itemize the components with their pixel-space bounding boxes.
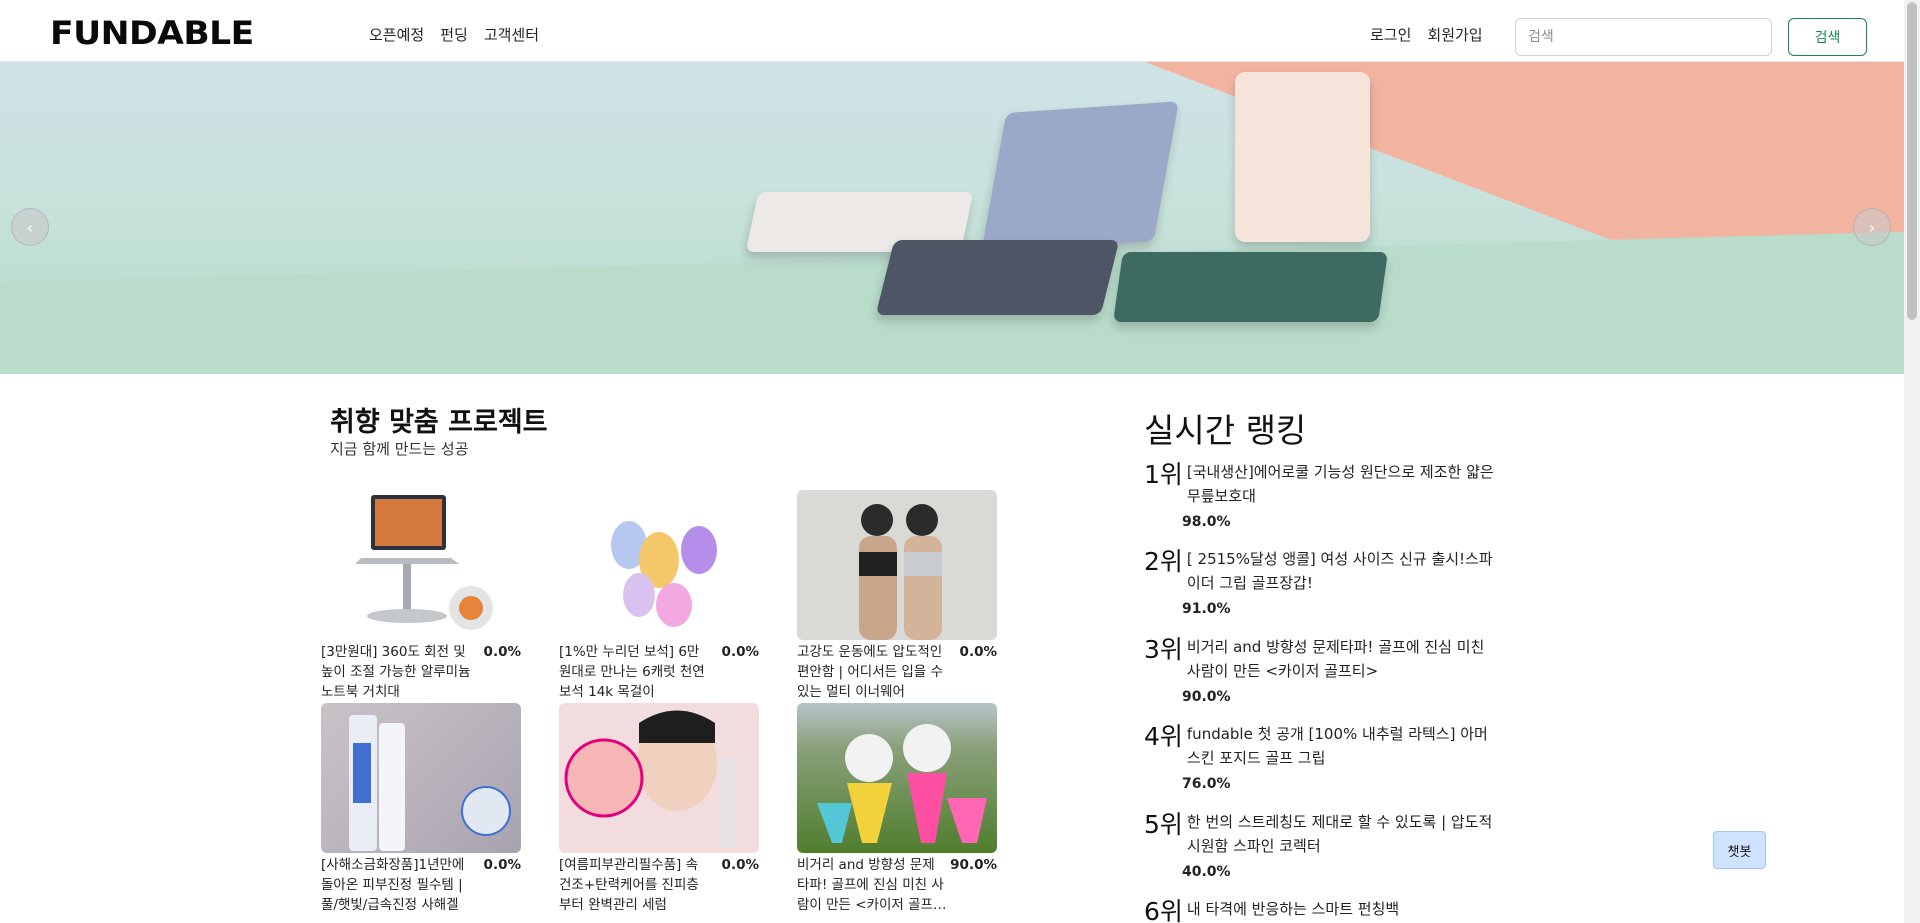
project-card[interactable]: 비거리 and 방향성 문제타파! 골프에 진심 미친 사람이 만든 <카이저 …	[797, 703, 997, 915]
ranking-title: 실시간 랭킹	[1144, 411, 1307, 450]
project-name[interactable]: 고강도 운동에도 압도적인 편안함 | 어디서든 입을 수 있는 멀티 이너웨어	[797, 642, 947, 702]
section-subtitle: 지금 함께 만드는 성공	[330, 440, 469, 458]
project-card[interactable]: [3만원대] 360도 회전 및 높이 조절 가능한 알루미늄 노트북 거치대 …	[321, 490, 521, 702]
ranking-item[interactable]: 3위 비거리 and 방향성 문제타파! 골프에 진심 미친 사람이 만든 <카…	[1144, 635, 1494, 705]
section-title: 취향 맞춤 프로젝트	[330, 407, 548, 438]
ranking-percent: 98.0%	[1182, 514, 1231, 530]
project-thumbnail-deadsea-gel	[321, 703, 521, 853]
ranking-item[interactable]: 5위 한 번의 스트레칭도 제대로 할 수 있도록 | 압도적 시원함 스파인 …	[1144, 810, 1494, 880]
hero-banner: ‹ ›	[0, 62, 1904, 374]
project-thumbnail-laptop-stand	[321, 490, 521, 640]
ranking-percent: 91.0%	[1182, 601, 1231, 617]
project-thumbnail-innerwear	[797, 490, 997, 640]
signup-link[interactable]: 회원가입	[1427, 24, 1482, 45]
top-navbar: FUNDABLE 오픈예정 펀딩 고객센터 로그인 회원가입 검색	[0, 0, 1904, 62]
ranking-item[interactable]: 2위 [ 2515%달성 앵콜] 여성 사이즈 신규 출시!스파이더 그립 골프…	[1144, 547, 1494, 617]
carousel-next-button[interactable]: ›	[1853, 208, 1891, 246]
project-card[interactable]: 고강도 운동에도 압도적인 편안함 | 어디서든 입을 수 있는 멀티 이너웨어…	[797, 490, 997, 702]
login-link[interactable]: 로그인	[1370, 24, 1411, 45]
ranking-percent: 90.0%	[1182, 689, 1231, 705]
ranking-item[interactable]: 4위 fundable 첫 공개 [100% 내추럴 라텍스] 아머스킨 포지드…	[1144, 722, 1494, 792]
ranking-item[interactable]: 6위 내 타격에 반응하는 스마트 펀칭백	[1144, 897, 1494, 923]
project-name[interactable]: [사해소금화장품]1년만에 돌아온 피부진정 필수템 | 풀/햇빛/급속진정 사…	[321, 855, 471, 915]
page-scrollbar[interactable]	[1904, 0, 1920, 923]
ranking-text[interactable]: [국내생산]에어로쿨 기능성 원단으로 제조한 얇은 무릎보호대	[1187, 460, 1494, 508]
ranking-number: 1위	[1144, 460, 1183, 489]
project-percent: 0.0%	[959, 644, 997, 660]
ranking-text[interactable]: 한 번의 스트레칭도 제대로 할 수 있도록 | 압도적 시원함 스파인 코렉터	[1187, 810, 1494, 858]
main-nav: 오픈예정 펀딩 고객센터	[369, 24, 539, 45]
banner-tablet-case-pink	[1235, 72, 1370, 242]
banner-tablet-case-teal	[1113, 252, 1388, 322]
project-card[interactable]: [여름피부관리필수품] 속건조+탄력케어를 진피층부터 완벽관리 세럼 0.0%	[559, 703, 759, 915]
scrollbar-thumb[interactable]	[1907, 2, 1917, 320]
ranking-number: 4위	[1144, 722, 1183, 751]
chevron-right-icon: ›	[1868, 217, 1876, 237]
nav-funding[interactable]: 펀딩	[440, 24, 468, 45]
auth-links: 로그인 회원가입	[1370, 24, 1483, 45]
project-thumbnail-gem-bears	[559, 490, 759, 640]
search-input[interactable]	[1515, 18, 1772, 56]
ranking-text[interactable]: 비거리 and 방향성 문제타파! 골프에 진심 미친 사람이 만든 <카이저 …	[1187, 635, 1494, 683]
project-percent: 0.0%	[721, 644, 759, 660]
project-percent: 0.0%	[721, 857, 759, 873]
project-percent: 0.0%	[483, 857, 521, 873]
ranking-number: 2위	[1144, 547, 1183, 576]
project-card[interactable]: [사해소금화장품]1년만에 돌아온 피부진정 필수템 | 풀/햇빛/급속진정 사…	[321, 703, 521, 915]
carousel-prev-button[interactable]: ‹	[11, 208, 49, 246]
ranking-item[interactable]: 1위 [국내생산]에어로쿨 기능성 원단으로 제조한 얇은 무릎보호대 98.0…	[1144, 460, 1494, 530]
project-name[interactable]: [1%만 누리던 보석] 6만원대로 만나는 6캐럿 천연보석 14k 목걸이	[559, 642, 709, 702]
project-name[interactable]: 비거리 and 방향성 문제타파! 골프에 진심 미친 사람이 만든 <카이저 …	[797, 855, 947, 915]
chevron-left-icon: ‹	[26, 217, 34, 237]
ranking-text[interactable]: 내 타격에 반응하는 스마트 펀칭백	[1187, 897, 1399, 921]
ranking-percent: 76.0%	[1182, 776, 1231, 792]
ranking-number: 6위	[1144, 897, 1183, 923]
nav-customer-center[interactable]: 고객센터	[484, 24, 539, 45]
project-thumbnail-golf-tee	[797, 703, 997, 853]
ranking-number: 5위	[1144, 810, 1183, 839]
project-percent: 0.0%	[483, 644, 521, 660]
project-name[interactable]: [3만원대] 360도 회전 및 높이 조절 가능한 알루미늄 노트북 거치대	[321, 642, 471, 702]
search-button[interactable]: 검색	[1788, 18, 1867, 56]
banner-tablet-case-dark	[875, 240, 1120, 315]
project-percent: 90.0%	[950, 857, 997, 873]
ranking-percent: 40.0%	[1182, 864, 1231, 880]
chatbot-button[interactable]: 챗봇	[1713, 831, 1766, 869]
ranking-text[interactable]: [ 2515%달성 앵콜] 여성 사이즈 신규 출시!스파이더 그립 골프장갑!	[1187, 547, 1494, 595]
project-name[interactable]: [여름피부관리필수품] 속건조+탄력케어를 진피층부터 완벽관리 세럼	[559, 855, 709, 915]
project-card[interactable]: [1%만 누리던 보석] 6만원대로 만나는 6캐럿 천연보석 14k 목걸이 …	[559, 490, 759, 702]
nav-open-soon[interactable]: 오픈예정	[369, 24, 424, 45]
ranking-number: 3위	[1144, 635, 1183, 664]
fundable-logo[interactable]: FUNDABLE	[50, 14, 254, 52]
ranking-text[interactable]: fundable 첫 공개 [100% 내추럴 라텍스] 아머스킨 포지드 골프…	[1187, 722, 1494, 770]
banner-tablet-case-lilac	[981, 101, 1179, 253]
project-thumbnail-serum	[559, 703, 759, 853]
